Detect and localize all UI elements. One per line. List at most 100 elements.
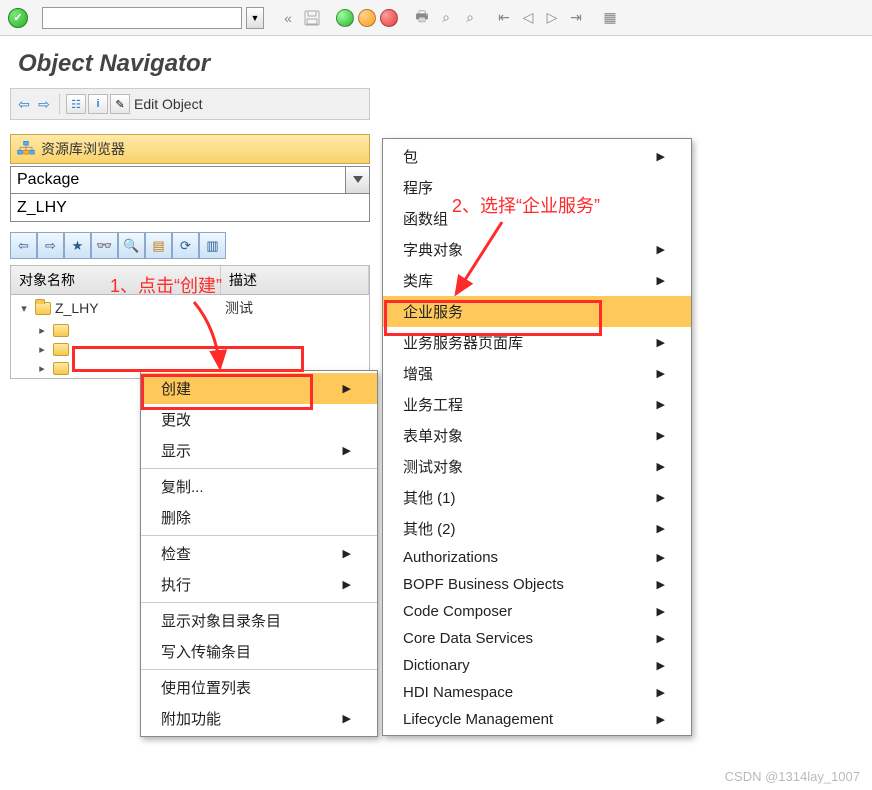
submenu-arrow-icon: ▶	[657, 367, 665, 380]
expand-icon[interactable]: ▤	[145, 232, 172, 259]
display-icon[interactable]: 👓	[91, 232, 118, 259]
menu-item[interactable]: 其他 (1)▶	[383, 482, 691, 513]
cancel-icon[interactable]	[380, 9, 398, 27]
menu-item[interactable]: Code Composer▶	[383, 598, 691, 625]
back-double-icon[interactable]: «	[278, 8, 298, 28]
menu-item[interactable]: 测试对象▶	[383, 451, 691, 482]
menu-item[interactable]: 检查▶	[141, 538, 377, 569]
menu-item[interactable]: Authorizations▶	[383, 544, 691, 571]
submenu-arrow-icon: ▶	[657, 686, 665, 699]
nav-back-icon[interactable]: ⇦	[15, 95, 33, 113]
menu-item[interactable]: 表单对象▶	[383, 420, 691, 451]
menu-item[interactable]: Core Data Services▶	[383, 625, 691, 652]
nav-right-icon[interactable]: ⇨	[37, 232, 64, 259]
folder-open-icon	[35, 302, 51, 315]
menu-item[interactable]: 使用位置列表	[141, 672, 377, 703]
expand-toggle-icon[interactable]: ▸	[35, 324, 49, 337]
browser-type-select[interactable]: Package	[10, 166, 346, 194]
print-icon[interactable]: 🖶	[412, 8, 432, 28]
menu-item[interactable]: 企业服务	[383, 296, 691, 327]
submenu-arrow-icon: ▶	[657, 522, 665, 535]
repo-browser-header: 资源库浏览器	[10, 134, 370, 164]
submenu-arrow-icon: ▶	[343, 578, 351, 591]
edit-object-icon[interactable]: ✎	[110, 94, 130, 114]
edit-object-label[interactable]: Edit Object	[134, 96, 202, 112]
tree-toolbar: ⇦ ⇨ ★ 👓 🔍 ▤ ⟳ ▥	[10, 232, 370, 259]
first-page-icon[interactable]: ⇤	[494, 8, 514, 28]
menu-item[interactable]: 包▶	[383, 141, 691, 172]
nav-forward-icon[interactable]: ⇨	[35, 95, 53, 113]
menu-item[interactable]: 删除	[141, 502, 377, 533]
menu-item[interactable]: 类库▶	[383, 265, 691, 296]
menu-item[interactable]: Dictionary▶	[383, 652, 691, 679]
submenu-arrow-icon: ▶	[657, 551, 665, 564]
page-title: Object Navigator	[18, 50, 854, 78]
menu-item[interactable]: HDI Namespace▶	[383, 679, 691, 706]
context-menu-object[interactable]: 创建▶更改显示▶ 复制...删除检查▶执行▶ 显示对象目录条目写入传输条目使用位置列…	[140, 370, 378, 737]
nav-left-icon[interactable]: ⇦	[10, 232, 37, 259]
command-dropdown[interactable]: ▼	[246, 7, 264, 29]
menu-item[interactable]: 业务服务器页面库▶	[383, 327, 691, 358]
navigator-toolbar: ⇦ ⇨ ☷ i ✎ Edit Object	[10, 88, 370, 120]
favorites-icon[interactable]: ★	[64, 232, 91, 259]
context-menu-create-submenu[interactable]: 包▶程序函数组字典对象▶类库▶企业服务业务服务器页面库▶增强▶业务工程▶表单对象…	[382, 138, 692, 736]
find-next-icon[interactable]: ⌕	[460, 8, 480, 28]
back-icon[interactable]	[336, 9, 354, 27]
menu-item[interactable]: Lifecycle Management▶	[383, 706, 691, 733]
annotation-text-1: 1、点击“创建”	[110, 272, 222, 298]
submenu-arrow-icon: ▶	[657, 336, 665, 349]
submenu-arrow-icon: ▶	[343, 444, 351, 457]
menu-item[interactable]: 附加功能▶	[141, 703, 377, 734]
hierarchy-icon[interactable]: ☷	[66, 94, 86, 114]
expand-toggle-icon[interactable]: ▸	[35, 362, 49, 375]
exit-icon[interactable]	[358, 9, 376, 27]
menu-item[interactable]: 业务工程▶	[383, 389, 691, 420]
menu-item[interactable]: 创建▶	[141, 373, 377, 404]
menu-item[interactable]: 写入传输条目	[141, 636, 377, 667]
annotation-arrow-icon	[444, 218, 514, 302]
menu-item[interactable]: 更改	[141, 404, 377, 435]
next-page-icon[interactable]: ▷	[542, 8, 562, 28]
submenu-arrow-icon: ▶	[657, 605, 665, 618]
watermark: CSDN @1314lay_1007	[725, 769, 860, 784]
submenu-arrow-icon: ▶	[657, 429, 665, 442]
info-icon[interactable]: i	[88, 94, 108, 114]
command-field[interactable]	[42, 7, 242, 29]
new-session-icon[interactable]: ▦	[600, 8, 620, 28]
submenu-arrow-icon: ▶	[343, 712, 351, 725]
system-toolbar: ▼ « 🖶 ⌕ ⌕ ⇤ ◁ ▷ ⇥ ▦	[0, 0, 872, 36]
col-description: 描述	[221, 266, 369, 294]
package-name-input[interactable]: Z_LHY	[10, 194, 370, 222]
submenu-arrow-icon: ▶	[657, 632, 665, 645]
collapse-icon[interactable]: ▥	[199, 232, 226, 259]
browser-type-dropdown-icon[interactable]	[346, 166, 370, 194]
submenu-arrow-icon: ▶	[657, 460, 665, 473]
annotation-text-2: 2、选择“企业服务”	[452, 192, 600, 218]
menu-item[interactable]: 增强▶	[383, 358, 691, 389]
submenu-arrow-icon: ▶	[657, 578, 665, 591]
folder-icon	[53, 343, 69, 356]
last-page-icon[interactable]: ⇥	[566, 8, 586, 28]
menu-item[interactable]: 字典对象▶	[383, 234, 691, 265]
submenu-arrow-icon: ▶	[657, 713, 665, 726]
where-used-icon[interactable]: 🔍	[118, 232, 145, 259]
menu-item[interactable]: 执行▶	[141, 569, 377, 600]
submenu-arrow-icon: ▶	[657, 398, 665, 411]
refresh-icon[interactable]: ⟳	[172, 232, 199, 259]
annotation-arrow-icon	[186, 298, 246, 378]
collapse-toggle-icon[interactable]: ▾	[17, 302, 31, 315]
find-icon[interactable]: ⌕	[436, 8, 456, 28]
expand-toggle-icon[interactable]: ▸	[35, 343, 49, 356]
submenu-arrow-icon: ▶	[343, 382, 351, 395]
menu-item[interactable]: 显示▶	[141, 435, 377, 466]
save-icon[interactable]	[302, 8, 322, 28]
menu-item[interactable]: 其他 (2)▶	[383, 513, 691, 544]
submenu-arrow-icon: ▶	[657, 243, 665, 256]
enter-icon[interactable]	[8, 8, 28, 28]
menu-item[interactable]: 显示对象目录条目	[141, 605, 377, 636]
prev-page-icon[interactable]: ◁	[518, 8, 538, 28]
menu-item[interactable]: 复制...	[141, 471, 377, 502]
submenu-arrow-icon: ▶	[657, 274, 665, 287]
submenu-arrow-icon: ▶	[657, 491, 665, 504]
menu-item[interactable]: BOPF Business Objects▶	[383, 571, 691, 598]
